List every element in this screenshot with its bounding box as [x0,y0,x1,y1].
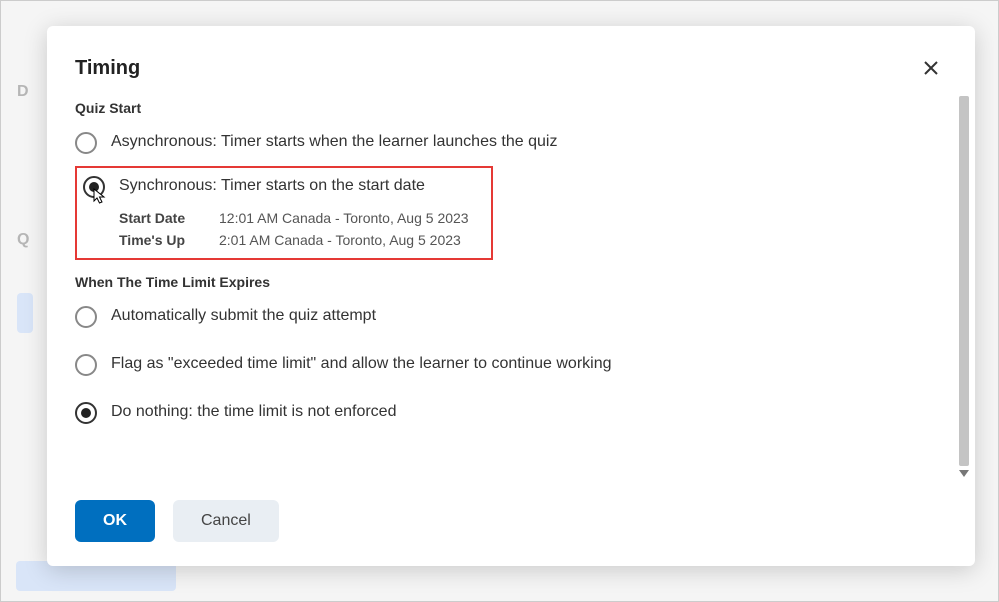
highlight-synchronous-box: Synchronous: Timer starts on the start d… [75,166,493,260]
scrollbar[interactable] [958,94,970,480]
radio-unchecked-icon [75,354,97,376]
radio-label-auto-submit: Automatically submit the quiz attempt [111,304,376,327]
scrollbar-arrow-down-icon[interactable] [959,470,969,480]
radio-label-sync: Synchronous: Timer starts on the start d… [119,174,425,197]
radio-checked-icon [83,176,105,198]
radio-label-flag-exceeded: Flag as "exceeded time limit" and allow … [111,352,612,375]
close-icon [923,60,939,76]
cursor-icon [93,188,107,204]
scrollbar-thumb[interactable] [959,96,969,466]
modal-header: Timing [47,26,975,94]
radio-label-async: Asynchronous: Timer starts when the lear… [111,130,557,153]
modal-footer: OK Cancel [47,486,975,566]
expiry-options-group: Automatically submit the quiz attempt Fl… [75,298,947,430]
modal-body: Quiz Start Asynchronous: Timer starts wh… [47,94,975,486]
backdrop-blue-bar [17,293,33,333]
radio-unchecked-icon [75,306,97,328]
radio-expiry-flag-exceeded[interactable]: Flag as "exceeded time limit" and allow … [75,346,947,382]
sync-details-grid: Start Date 12:01 AM Canada - Toronto, Au… [119,210,483,248]
radio-quiz-start-async[interactable]: Asynchronous: Timer starts when the lear… [75,124,947,160]
section-title-quiz-start: Quiz Start [75,100,947,116]
ok-button[interactable]: OK [75,500,155,542]
cancel-button[interactable]: Cancel [173,500,279,542]
radio-checked-icon [75,402,97,424]
times-up-key: Time's Up [119,232,215,248]
backdrop-letter-d: D [17,83,37,101]
radio-quiz-start-sync[interactable]: Synchronous: Timer starts on the start d… [83,174,483,204]
backdrop-letter-q: Q [17,231,37,249]
timing-modal: Timing Quiz Start Asynchronous: Timer st… [47,26,975,566]
radio-expiry-auto-submit[interactable]: Automatically submit the quiz attempt [75,298,947,334]
times-up-value: 2:01 AM Canada - Toronto, Aug 5 2023 [219,232,483,248]
radio-unchecked-icon [75,132,97,154]
close-button[interactable] [915,52,947,84]
start-date-value: 12:01 AM Canada - Toronto, Aug 5 2023 [219,210,483,226]
start-date-key: Start Date [119,210,215,226]
radio-expiry-do-nothing[interactable]: Do nothing: the time limit is not enforc… [75,394,947,430]
radio-label-do-nothing: Do nothing: the time limit is not enforc… [111,400,396,423]
section-title-expiry: When The Time Limit Expires [75,274,947,290]
modal-title: Timing [75,57,140,80]
